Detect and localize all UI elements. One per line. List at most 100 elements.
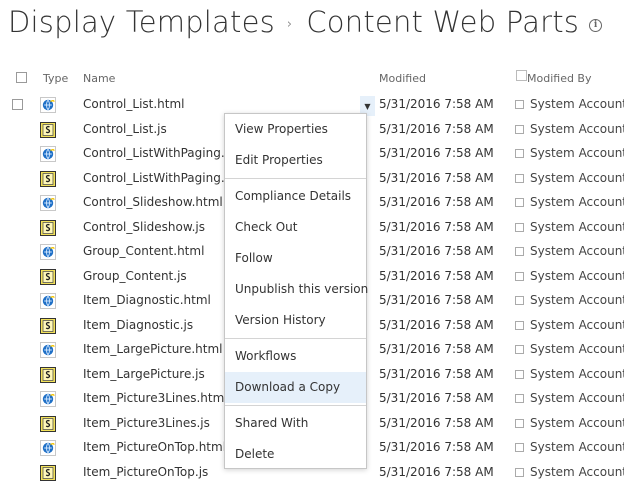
menu-item-label: Workflows: [235, 349, 297, 363]
menu-divider: [225, 338, 366, 339]
modified-by-link[interactable]: System Account: [530, 367, 624, 381]
context-menu: View Properties Edit Properties Compliance…: [224, 113, 369, 470]
presence-icon: [515, 124, 524, 134]
js-file-icon: [40, 464, 56, 481]
presence-icon: [515, 198, 524, 207]
menu-item-label: Version History: [235, 313, 326, 327]
menu-item-follow[interactable]: Follow: [225, 243, 366, 274]
menu-item-label: Edit Properties: [235, 153, 323, 167]
modified-by-link[interactable]: System Account: [530, 440, 624, 454]
file-name-link[interactable]: Item_Diagnostic.js: [83, 318, 226, 332]
modified-by-header-checkbox[interactable]: [516, 70, 527, 81]
menu-item-check-out[interactable]: Check Out: [225, 212, 366, 243]
modified-by-link[interactable]: System Account: [530, 244, 624, 258]
menu-item-label: Shared With: [235, 416, 309, 430]
html-file-icon: [40, 440, 56, 456]
menu-item-workflows[interactable]: Workflows: [225, 341, 366, 372]
modified-date: 5/31/2016 7:58 AM: [379, 391, 494, 405]
modified-by-link[interactable]: System Account: [530, 220, 624, 234]
modified-date: 5/31/2016 7:58 AM: [379, 440, 494, 454]
column-header-modified[interactable]: Modified: [379, 72, 426, 85]
presence-icon: [515, 149, 524, 158]
menu-item-shared-with[interactable]: Shared With: [225, 408, 366, 439]
file-name-link[interactable]: Control_ListWithPaging.html: [83, 146, 226, 160]
menu-item-label: Check Out: [235, 220, 298, 234]
file-name-link[interactable]: Item_Picture3Lines.js: [83, 416, 226, 430]
js-file-icon: [40, 317, 56, 334]
html-file-icon: [40, 391, 56, 407]
file-name-link[interactable]: Group_Content.html: [83, 244, 226, 258]
modified-by-link[interactable]: System Account: [530, 465, 624, 479]
modified-by-link[interactable]: System Account: [530, 318, 624, 332]
column-header-name[interactable]: Name: [83, 72, 115, 85]
modified-by-link[interactable]: System Account: [530, 416, 624, 430]
html-file-icon: [40, 342, 56, 358]
file-name-link[interactable]: Item_LargePicture.js: [83, 367, 226, 381]
presence-icon: [515, 296, 524, 305]
file-name-link[interactable]: Control_List.js: [83, 122, 226, 136]
file-name-link[interactable]: Item_LargePicture.html: [83, 342, 226, 356]
modified-by-link[interactable]: System Account: [530, 171, 624, 185]
menu-item-delete[interactable]: Delete: [225, 439, 366, 470]
file-name-link[interactable]: Control_ListWithPaging.js: [83, 171, 226, 185]
modified-date: 5/31/2016 7:58 AM: [379, 170, 494, 185]
modified-by-link[interactable]: System Account: [530, 293, 624, 307]
modified-by-link[interactable]: System Account: [530, 391, 624, 405]
modified-date: 5/31/2016 7:58 AM: [379, 293, 494, 307]
menu-item-download-a-copy[interactable]: Download a Copy: [225, 372, 366, 403]
modified-date: 5/31/2016 7:58 AM: [379, 317, 494, 332]
modified-date: 5/31/2016 7:58 AM: [379, 415, 494, 430]
menu-item-edit-properties[interactable]: Edit Properties: [225, 145, 366, 176]
file-name-link[interactable]: Item_Diagnostic.html: [83, 293, 226, 307]
presence-icon: [515, 271, 524, 281]
menu-divider: [225, 178, 366, 179]
presence-icon: [515, 394, 524, 403]
modified-date: 5/31/2016 7:58 AM: [379, 244, 494, 258]
menu-item-compliance-details[interactable]: Compliance Details: [225, 181, 366, 212]
presence-icon: [515, 320, 524, 330]
menu-item-unpublish-this-version[interactable]: Unpublish this version: [225, 274, 369, 305]
page-title: Content Web Parts: [306, 5, 580, 39]
modified-date: 5/31/2016 7:58 AM: [379, 268, 494, 283]
file-name-link[interactable]: Item_Picture3Lines.html: [83, 391, 226, 405]
modified-by-link[interactable]: System Account: [530, 342, 624, 356]
modified-by-link[interactable]: System Account: [530, 269, 624, 283]
menu-item-label: Delete: [235, 447, 275, 461]
menu-item-version-history[interactable]: Version History: [225, 305, 366, 336]
row-checkbox[interactable]: [12, 99, 23, 110]
modified-by-link[interactable]: System Account: [530, 195, 624, 209]
modified-date: 5/31/2016 7:58 AM: [379, 195, 494, 209]
presence-icon: [515, 443, 524, 452]
menu-item-label: Unpublish this version: [235, 282, 369, 296]
file-name-link[interactable]: Control_Slideshow.js: [83, 220, 226, 234]
presence-icon: [515, 247, 524, 256]
modified-by-link[interactable]: System Account: [530, 97, 624, 111]
modified-by-link[interactable]: System Account: [530, 146, 624, 160]
js-file-icon: [40, 268, 56, 285]
modified-date: 5/31/2016 7:58 AM: [379, 464, 494, 479]
modified-date: 5/31/2016 7:58 AM: [379, 219, 494, 234]
html-file-icon: [40, 293, 56, 309]
menu-item-view-properties[interactable]: View Properties: [225, 114, 366, 145]
file-name-link[interactable]: Item_PictureOnTop.html: [83, 440, 226, 454]
presence-icon: [515, 467, 524, 477]
modified-by-link[interactable]: System Account: [530, 122, 624, 136]
file-name-link[interactable]: Control_Slideshow.html: [83, 195, 226, 209]
modified-date: 5/31/2016 7:58 AM: [379, 121, 494, 136]
modified-date: 5/31/2016 7:58 AM: [379, 146, 494, 160]
html-file-icon: [40, 97, 56, 113]
menu-item-label: Compliance Details: [235, 189, 352, 203]
file-name-link[interactable]: Control_List.html: [83, 97, 226, 111]
breadcrumb-parent-link[interactable]: Display Templates: [8, 5, 275, 39]
presence-icon: [515, 173, 524, 183]
column-header-type[interactable]: Type: [43, 72, 68, 85]
info-icon[interactable]: i: [589, 18, 603, 32]
select-all-checkbox[interactable]: [16, 72, 27, 83]
file-name-link[interactable]: Item_PictureOnTop.js: [83, 465, 226, 479]
column-header-modified-by[interactable]: Modified By: [527, 72, 592, 85]
file-name-link[interactable]: Group_Content.js: [83, 269, 226, 283]
presence-icon: [515, 418, 524, 428]
breadcrumb-separator-icon: ›: [286, 16, 293, 32]
menu-item-label: Follow: [235, 251, 273, 265]
js-file-icon: [40, 219, 56, 236]
